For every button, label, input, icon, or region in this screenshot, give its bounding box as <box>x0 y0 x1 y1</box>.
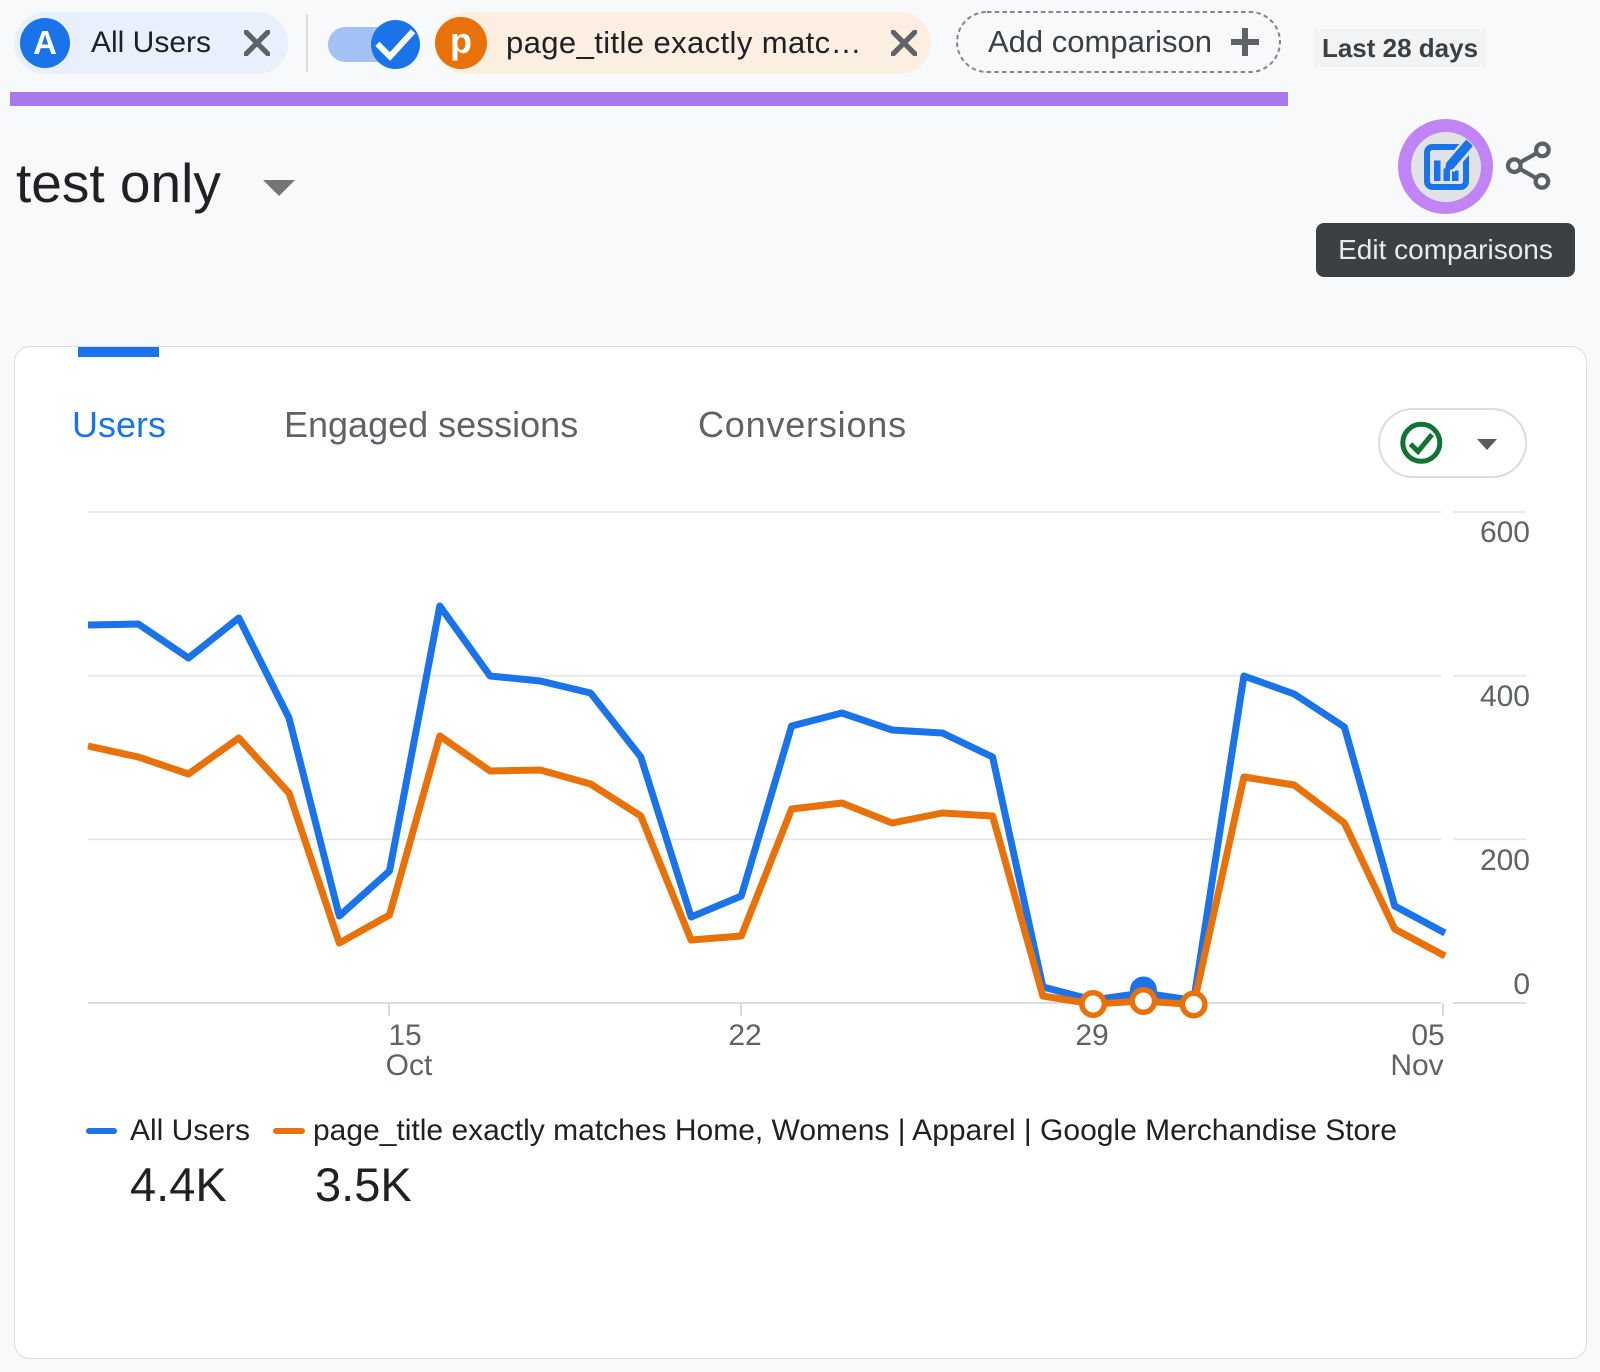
svg-text:0: 0 <box>1513 968 1530 1001</box>
svg-text:200: 200 <box>1480 844 1530 877</box>
svg-text:400: 400 <box>1480 680 1530 713</box>
svg-text:600: 600 <box>1480 516 1530 549</box>
svg-text:Oct: Oct <box>386 1049 433 1082</box>
svg-text:05: 05 <box>1411 1019 1444 1052</box>
svg-text:15: 15 <box>388 1019 421 1052</box>
svg-text:29: 29 <box>1075 1019 1108 1052</box>
svg-text:22: 22 <box>728 1019 761 1052</box>
svg-text:Nov: Nov <box>1390 1049 1443 1082</box>
